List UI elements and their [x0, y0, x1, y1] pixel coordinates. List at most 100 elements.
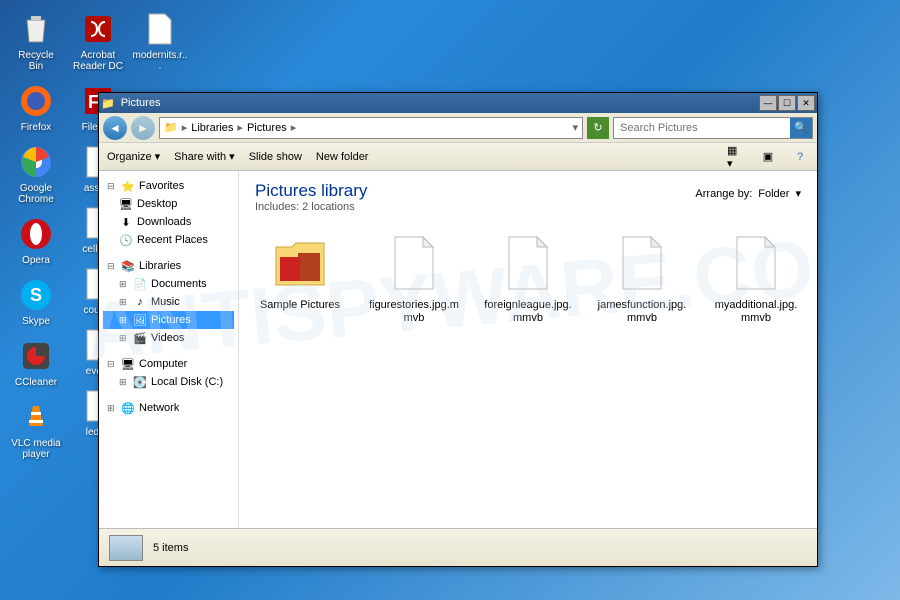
sidebar-recent[interactable]: 🕓Recent Places: [103, 231, 234, 249]
file-item[interactable]: figurestories.jpg.mmvb: [369, 231, 459, 325]
library-subheading[interactable]: Includes: 2 locations: [255, 201, 367, 213]
nav-toolbar: ◄ ► 📁 ▸ Libraries ▸ Pictures ▸ ▾ ↻ 🔍: [99, 113, 817, 143]
file-item[interactable]: jamesfunction.jpg.mmvb: [597, 231, 687, 325]
breadcrumb-item[interactable]: Libraries: [191, 122, 233, 134]
breadcrumb-sep: ▸: [237, 121, 243, 134]
chevron-down-icon: ▾: [795, 187, 801, 200]
ccleaner-icon: [17, 337, 55, 375]
recent-icon: 🕓: [119, 233, 133, 247]
slideshow-button[interactable]: Slide show: [249, 151, 302, 163]
desktop-icon-skype[interactable]: S Skype: [8, 274, 64, 329]
refresh-button[interactable]: ↻: [587, 117, 609, 139]
address-bar[interactable]: 📁 ▸ Libraries ▸ Pictures ▸ ▾: [159, 117, 583, 139]
svg-text:S: S: [30, 285, 42, 305]
share-menu[interactable]: Share with ▾: [174, 150, 235, 163]
desktop-icon-firefox[interactable]: Firefox: [8, 80, 64, 135]
arrange-label: Arrange by:: [695, 188, 752, 200]
view-menu-icon[interactable]: ▦ ▾: [727, 148, 745, 166]
search-input[interactable]: [614, 122, 790, 134]
desktop-icon-label: Recycle Bin: [10, 50, 62, 72]
file-label: jamesfunction.jpg.mmvb: [597, 299, 687, 325]
computer-icon: 🖥: [121, 357, 135, 371]
sidebar-downloads[interactable]: ⬇Downloads: [103, 213, 234, 231]
close-button[interactable]: ✕: [797, 95, 815, 111]
forward-button[interactable]: ►: [131, 116, 155, 140]
maximize-button[interactable]: ☐: [778, 95, 796, 111]
file-icon: [141, 10, 179, 48]
desktop-icon-acrobat[interactable]: Acrobat Reader DC: [70, 8, 126, 74]
sidebar-localdisk[interactable]: ⊞💽Local Disk (C:): [103, 373, 234, 391]
preview-pane-icon[interactable]: ▣: [759, 148, 777, 166]
sidebar-videos[interactable]: ⊞🎬Videos: [103, 329, 234, 347]
newfolder-button[interactable]: New folder: [316, 151, 369, 163]
desktop-icons-col1: Recycle Bin Firefox Google Chrome Opera …: [8, 8, 64, 462]
desktop-icon-recycle-bin[interactable]: Recycle Bin: [8, 8, 64, 74]
status-count: 5 items: [153, 542, 188, 554]
sidebar-libraries[interactable]: ⊟📚Libraries: [103, 257, 234, 275]
file-items-grid: Sample Pictures figurestories.jpg.mmvb f…: [255, 231, 801, 325]
desktop-icon-file[interactable]: modernits.r...: [132, 8, 188, 74]
file-item[interactable]: foreignleague.jpg.mmvb: [483, 231, 573, 325]
arrange-value[interactable]: Folder: [758, 188, 789, 200]
desktop-icon-label: CCleaner: [15, 377, 57, 388]
downloads-icon: ⬇: [119, 215, 133, 229]
folder-icon: 📁: [164, 121, 178, 134]
search-button[interactable]: 🔍: [790, 118, 812, 138]
disk-icon: 💽: [133, 375, 147, 389]
sidebar-music[interactable]: ⊞♪Music: [103, 293, 234, 311]
pictures-icon: 🖼: [133, 313, 147, 327]
file-label: foreignleague.jpg.mmvb: [483, 299, 573, 325]
desktop-icon-ccleaner[interactable]: CCleaner: [8, 335, 64, 390]
desktop-icon: 🖥: [119, 197, 133, 211]
status-thumb-icon: [109, 535, 143, 561]
sidebar-documents[interactable]: ⊞📄Documents: [103, 275, 234, 293]
desktop-icon-label: modernits.r...: [132, 50, 188, 72]
acrobat-icon: [79, 10, 117, 48]
desktop-icon-label: Acrobat Reader DC: [72, 50, 124, 72]
sidebar-pictures[interactable]: ⊞🖼Pictures: [103, 311, 234, 329]
help-icon[interactable]: ?: [791, 148, 809, 166]
sidebar-computer[interactable]: ⊟🖥Computer: [103, 355, 234, 373]
navigation-sidebar: ⊟⭐Favorites 🖥Desktop ⬇Downloads 🕓Recent …: [99, 171, 239, 528]
minimize-button[interactable]: —: [759, 95, 777, 111]
dropdown-icon[interactable]: ▾: [572, 121, 578, 134]
sidebar-desktop[interactable]: 🖥Desktop: [103, 195, 234, 213]
chrome-icon: [17, 143, 55, 181]
folder-icon: 📁: [101, 97, 115, 110]
vlc-icon: [17, 398, 55, 436]
breadcrumb-item[interactable]: Pictures: [247, 122, 287, 134]
arrange-control[interactable]: Arrange by: Folder ▾: [695, 187, 801, 200]
music-icon: ♪: [133, 295, 147, 309]
titlebar[interactable]: 📁 Pictures — ☐ ✕: [99, 93, 817, 113]
videos-icon: 🎬: [133, 331, 147, 345]
sidebar-favorites[interactable]: ⊟⭐Favorites: [103, 177, 234, 195]
command-toolbar: Organize ▾ Share with ▾ Slide show New f…: [99, 143, 817, 171]
desktop-icon-label: Firefox: [21, 122, 52, 133]
organize-menu[interactable]: Organize ▾: [107, 150, 160, 163]
content-header: Pictures library Includes: 2 locations A…: [255, 181, 801, 213]
file-icon: [610, 231, 674, 295]
file-icon: [496, 231, 560, 295]
firefox-icon: [17, 82, 55, 120]
file-item[interactable]: myadditional.jpg.mmvb: [711, 231, 801, 325]
status-bar: 5 items: [99, 528, 817, 566]
desktop-icon-label: VLC media player: [10, 438, 62, 460]
back-button[interactable]: ◄: [103, 116, 127, 140]
folder-item[interactable]: Sample Pictures: [255, 231, 345, 325]
desktop-icon-opera[interactable]: Opera: [8, 213, 64, 268]
desktop-icon-chrome[interactable]: Google Chrome: [8, 141, 64, 207]
sidebar-network[interactable]: ⊞🌐Network: [103, 399, 234, 417]
content-pane: Pictures library Includes: 2 locations A…: [239, 171, 817, 528]
recycle-bin-icon: [17, 10, 55, 48]
libraries-icon: 📚: [121, 259, 135, 273]
breadcrumb-sep: ▸: [291, 121, 297, 134]
library-heading: Pictures library: [255, 181, 367, 201]
search-box[interactable]: 🔍: [613, 117, 813, 139]
documents-icon: 📄: [133, 277, 147, 291]
file-label: figurestories.jpg.mmvb: [369, 299, 459, 325]
explorer-window: 📁 Pictures — ☐ ✕ ◄ ► 📁 ▸ Libraries ▸ Pic…: [98, 92, 818, 567]
desktop-icon-vlc[interactable]: VLC media player: [8, 396, 64, 462]
file-icon: [382, 231, 446, 295]
desktop-icon-label: Opera: [22, 255, 50, 266]
opera-icon: [17, 215, 55, 253]
